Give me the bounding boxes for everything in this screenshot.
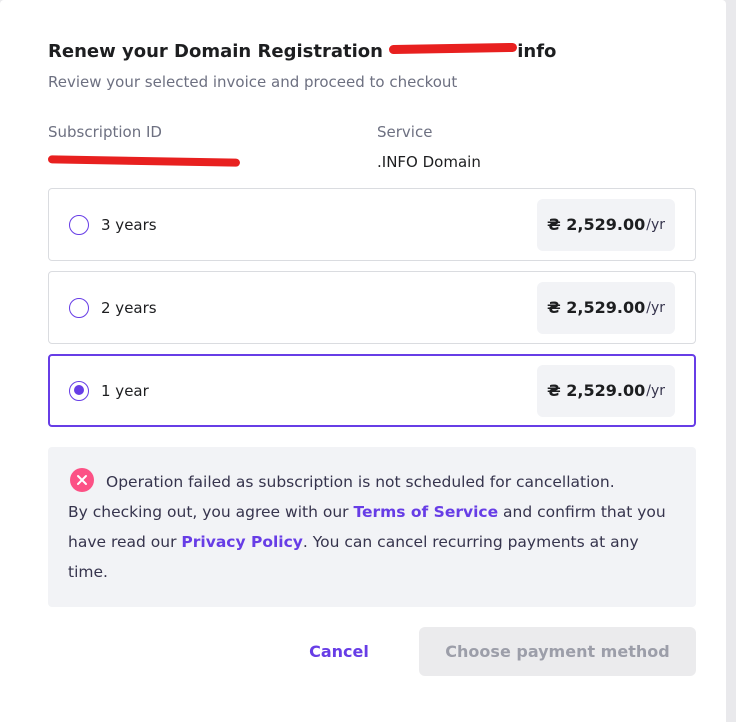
period-option-1-year[interactable]: 1 year ₴ 2,529.00/yr	[48, 354, 696, 427]
privacy-policy-link[interactable]: Privacy Policy	[181, 533, 303, 551]
price-tag: ₴ 2,529.00/yr	[536, 198, 675, 251]
dialog-subtitle: Review your selected invoice and proceed…	[48, 73, 458, 91]
error-circle-x-icon	[70, 468, 94, 492]
agreement-text: By checking out, you agree with our	[68, 503, 354, 521]
renew-domain-dialog: Renew your Domain Registration info Revi…	[0, 0, 726, 722]
price-amount: ₴ 2,529.00	[546, 215, 646, 234]
period-option-label: 1 year	[101, 381, 149, 400]
price-period: /yr	[646, 382, 665, 399]
period-option-label: 2 years	[101, 298, 157, 317]
subscription-id-redacted	[48, 155, 240, 169]
price-tag: ₴ 2,529.00/yr	[536, 281, 675, 334]
period-option-2-years[interactable]: 2 years ₴ 2,529.00/yr	[48, 271, 696, 344]
checkout-alert: Operation failed as subscription is not …	[48, 447, 696, 607]
redaction-mark	[48, 155, 240, 167]
terms-of-service-link[interactable]: Terms of Service	[353, 503, 498, 521]
price-period: /yr	[646, 299, 665, 316]
price-amount: ₴ 2,529.00	[546, 381, 646, 400]
subscription-id-label: Subscription ID	[48, 123, 162, 141]
dialog-title: Renew your Domain Registration info	[48, 41, 556, 62]
radio-button-selected[interactable]	[69, 380, 89, 401]
price-period: /yr	[646, 216, 665, 233]
period-option-3-years[interactable]: 3 years ₴ 2,529.00/yr	[48, 188, 696, 261]
dialog-title-prefix: Renew your Domain Registration	[48, 41, 383, 62]
service-value: .INFO Domain	[377, 153, 481, 171]
radio-button[interactable]	[69, 214, 89, 235]
cancel-button[interactable]: Cancel	[290, 628, 388, 674]
choose-payment-method-button[interactable]: Choose payment method	[419, 627, 696, 676]
error-message: Operation failed as subscription is not …	[106, 473, 615, 491]
dialog-title-suffix: info	[517, 41, 557, 62]
redaction-mark	[389, 41, 517, 59]
period-option-label: 3 years	[101, 215, 157, 234]
service-label: Service	[377, 123, 433, 141]
radio-button[interactable]	[69, 297, 89, 318]
price-amount: ₴ 2,529.00	[546, 298, 646, 317]
price-tag: ₴ 2,529.00/yr	[536, 364, 675, 417]
